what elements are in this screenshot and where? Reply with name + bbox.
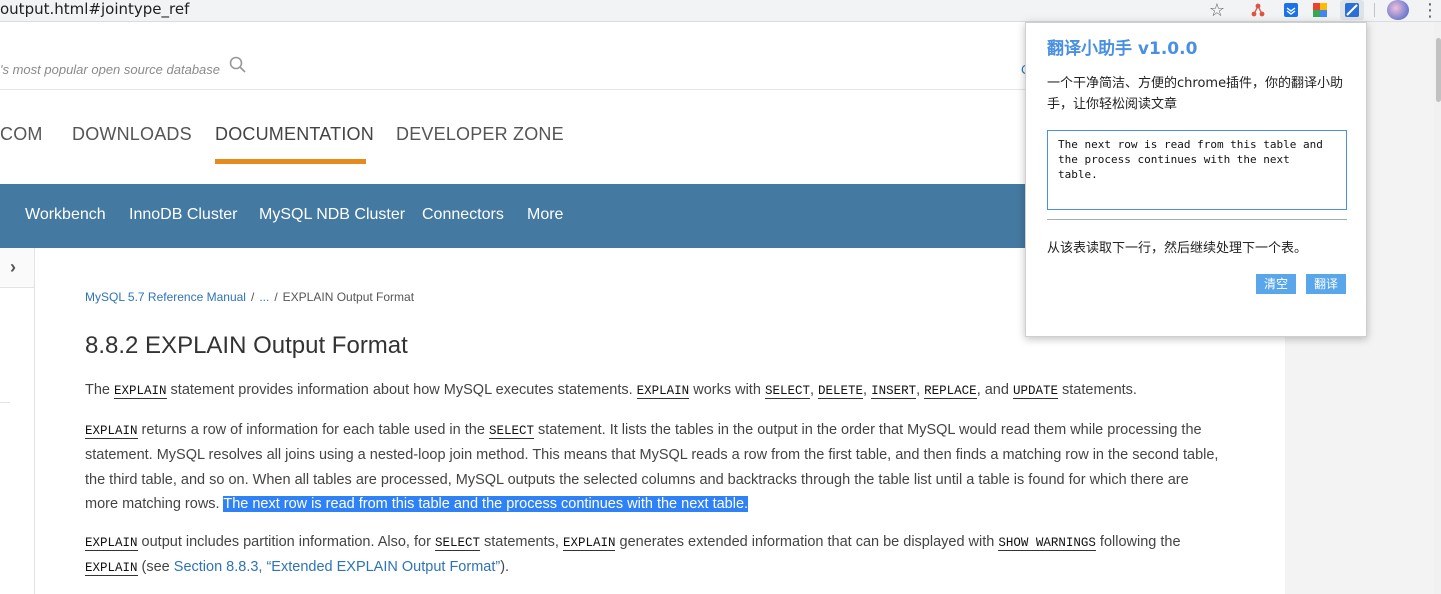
search-icon[interactable]	[228, 55, 248, 75]
address-bar-url[interactable]: output.html#jointype_ref	[0, 0, 189, 20]
code-link-explain[interactable]: EXPLAIN	[636, 384, 690, 399]
code-link-select[interactable]: SELECT	[488, 424, 534, 439]
translation-result: 从该表读取下一行，然后继续处理下一个表。	[1047, 241, 1308, 256]
code-link-insert[interactable]: INSERT	[871, 384, 917, 399]
nav-developer-zone[interactable]: DEVELOPER ZONE	[396, 124, 564, 145]
kebab-menu-icon[interactable]: ⋮	[1420, 0, 1440, 20]
code-link-explain[interactable]: EXPLAIN	[85, 536, 138, 551]
text: The	[85, 382, 115, 398]
product-nav-connectors[interactable]: Connectors	[422, 206, 504, 224]
text: , and	[976, 382, 1013, 398]
breadcrumb-separator: /	[274, 290, 278, 304]
breadcrumb-ellipsis-link[interactable]: ...	[259, 290, 269, 304]
text: ,	[809, 382, 819, 398]
code-link-select[interactable]: SELECT	[764, 384, 810, 399]
nav-documentation[interactable]: DOCUMENTATION	[215, 124, 374, 145]
profile-avatar[interactable]	[1387, 0, 1409, 20]
code-link-show-warnings[interactable]: SHOW WARNINGS	[998, 536, 1096, 551]
breadcrumb-manual-link[interactable]: MySQL 5.7 Reference Manual	[85, 290, 246, 304]
scrollbar-thumb[interactable]	[1436, 38, 1441, 102]
translate-source-input[interactable]: The next row is read from this table and…	[1047, 130, 1347, 210]
product-nav-more[interactable]: More	[527, 206, 563, 224]
breadcrumb-current: EXPLAIN Output Format	[282, 290, 415, 304]
product-nav-innodb-cluster[interactable]: InnoDB Cluster	[129, 206, 238, 224]
code-link-explain[interactable]: EXPLAIN	[114, 384, 167, 399]
breadcrumb: MySQL 5.7 Reference Manual /... / EXPLAIN O…	[85, 290, 414, 304]
code-link-select[interactable]: SELECT	[434, 536, 480, 551]
product-nav-ndb-cluster[interactable]: MySQL NDB Cluster	[259, 206, 405, 224]
popup-title: 翻译小助手 v1.0.0	[1047, 39, 1198, 59]
code-link-delete[interactable]: DELETE	[818, 384, 864, 399]
paragraph-intro: The EXPLAIN statement provides informati…	[85, 378, 1225, 403]
code-link-update[interactable]: UPDATE	[1012, 384, 1058, 399]
text: works with	[689, 382, 765, 398]
chevron-right-icon: ›	[10, 257, 16, 277]
text: (see	[137, 559, 174, 576]
translate-button[interactable]: 翻译	[1306, 274, 1346, 294]
text: statements.	[1057, 382, 1137, 398]
page-title: 8.8.2 EXPLAIN Output Format	[85, 332, 408, 359]
code-link-explain[interactable]: EXPLAIN	[85, 561, 138, 577]
popup-divider	[1047, 219, 1347, 220]
extension-download-icon[interactable]	[1281, 0, 1301, 20]
translator-popup: 翻译小助手 v1.0.0 一个干净简洁、方便的chrome插件，你的翻译小助手，…	[1025, 22, 1367, 337]
section-cross-reference-link[interactable]: Section 8.8.3, “Extended EXPLAIN Output …	[174, 559, 500, 575]
scrollbar[interactable]	[1434, 22, 1441, 594]
site-tagline: 's most popular open source database	[0, 62, 221, 77]
text: statements,	[479, 534, 563, 550]
popup-description: 一个干净简洁、方便的chrome插件，你的翻译小助手，让你轻松阅读文章	[1047, 76, 1344, 112]
clear-button[interactable]: 清空	[1256, 274, 1296, 294]
selected-text-highlight[interactable]: The next row is read from this table and…	[223, 495, 749, 512]
sidebar-tick	[0, 402, 10, 403]
star-icon[interactable]: ☆	[1207, 0, 1227, 20]
text: ,	[916, 382, 925, 398]
product-nav-workbench[interactable]: Workbench	[25, 206, 106, 224]
text: returns a row of information for each ta…	[137, 422, 489, 438]
text: ).	[500, 559, 510, 576]
text: ,	[863, 382, 872, 398]
sidebar-toggle-button[interactable]: ›	[0, 248, 35, 288]
nav-downloads[interactable]: DOWNLOADS	[72, 124, 192, 145]
code-link-explain[interactable]: EXPLAIN	[562, 536, 616, 551]
paragraph-partition-info: EXPLAIN output includes partition inform…	[85, 530, 1225, 581]
code-link-replace[interactable]: REPLACE	[924, 384, 977, 399]
code-link-explain[interactable]: EXPLAIN	[85, 424, 138, 439]
toolbar-divider	[1374, 3, 1375, 17]
breadcrumb-separator: /	[250, 290, 255, 304]
text: following the	[1095, 534, 1181, 550]
extension-translate-icon[interactable]	[1340, 0, 1364, 20]
extension-color-icon[interactable]	[1310, 0, 1330, 20]
nav-com[interactable]: COM	[0, 124, 43, 145]
text: output includes partition information. A…	[137, 534, 435, 550]
text: statement provides information about how…	[166, 382, 637, 398]
text: generates extended information that can …	[615, 534, 999, 550]
browser-toolbar: output.html#jointype_ref ☆ ⋮	[0, 0, 1441, 22]
paragraph-join-description: EXPLAIN returns a row of information for…	[85, 418, 1225, 516]
extension-share-icon[interactable]	[1248, 0, 1268, 20]
active-nav-underline	[215, 159, 366, 164]
sidebar-divider	[34, 248, 35, 594]
